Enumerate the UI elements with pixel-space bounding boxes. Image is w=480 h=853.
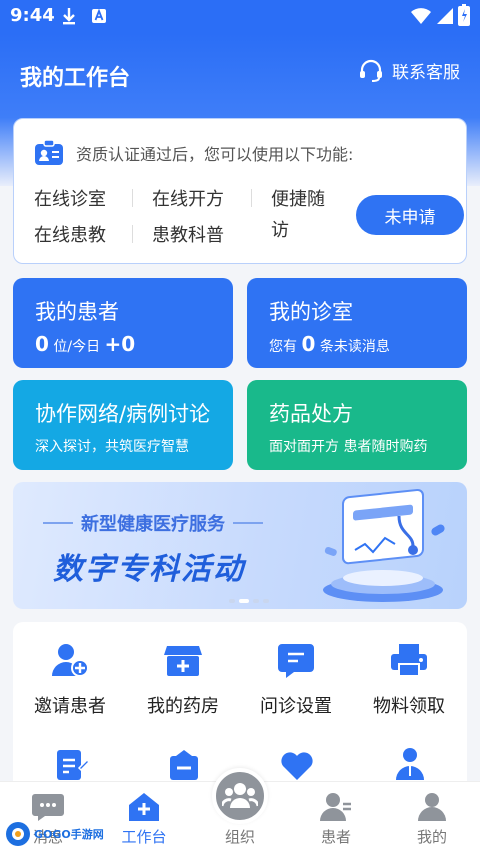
my-patients-title: 我的患者 — [35, 300, 119, 324]
prescription-subtitle: 面对面开方 患者随时购药 — [269, 439, 428, 455]
tab-organization-label: 组织 — [224, 828, 255, 846]
my-pharmacy-label: 我的药房 — [147, 696, 219, 717]
signal-icon — [437, 8, 453, 24]
qualification-notice: 资质认证通过后，您可以使用以下功能: — [34, 139, 353, 167]
my-patients-card[interactable]: 我的患者 0 位/今日 +0 — [13, 278, 233, 368]
tab-workbench-label: 工作台 — [121, 828, 167, 846]
collaboration-subtitle: 深入探讨，共筑医疗智慧 — [35, 439, 189, 455]
banner-title: 数字专科活动 — [53, 552, 245, 587]
medical-device-illustration — [323, 488, 445, 602]
unread-suffix: 条未读消息 — [319, 339, 390, 355]
patient-count: 0 — [35, 332, 49, 356]
qualification-card: 资质认证通过后，您可以使用以下功能: 在线诊室 在线开方 便捷随 访 在线患教 … — [13, 118, 467, 264]
today-new-count: +0 — [104, 332, 136, 356]
my-patients-stats: 0 位/今日 +0 — [35, 332, 135, 356]
home-plus-icon — [129, 793, 159, 821]
promo-banner[interactable]: 新型健康医疗服务 数字专科活动 — [13, 482, 467, 609]
feature-science-popularization: 患教科普 — [152, 225, 224, 246]
message-icon — [32, 794, 64, 821]
clipboard-edit-icon[interactable] — [53, 748, 89, 782]
status-time: 9:44 — [10, 5, 55, 26]
consultation-settings-item[interactable]: 问诊设置 — [239, 642, 353, 718]
patient-count-unit: 位/今日 — [53, 339, 101, 355]
doctor-icon[interactable] — [392, 746, 428, 782]
carousel-dot-active — [239, 599, 249, 603]
my-pharmacy-item[interactable]: 我的药房 — [126, 642, 240, 718]
add-user-icon — [52, 644, 89, 677]
watermark: GOGO手游网 — [4, 820, 104, 848]
contact-service-button[interactable]: 联系客服 — [358, 58, 460, 83]
tab-patients[interactable]: 患者 — [288, 782, 384, 853]
patients-icon — [320, 793, 351, 821]
feature-online-prescription: 在线开方 — [152, 189, 224, 210]
feature-online-clinic: 在线诊室 — [34, 189, 106, 210]
pharmacy-store-icon — [164, 646, 202, 676]
my-clinic-card[interactable]: 我的诊室 您有 0 条未读消息 — [247, 278, 467, 368]
banner-subtitle: 新型健康医疗服务 — [35, 510, 271, 536]
divider — [251, 189, 252, 207]
carousel-indicator — [229, 599, 273, 603]
tab-workbench[interactable]: 工作台 — [96, 782, 192, 853]
divider — [132, 225, 133, 243]
battery-icon — [458, 4, 470, 26]
wifi-icon — [411, 8, 431, 24]
tab-organization-button[interactable] — [212, 768, 268, 824]
unread-messages: 您有 0 条未读消息 — [269, 332, 390, 356]
carousel-dot — [253, 599, 259, 603]
download-icon — [63, 8, 75, 25]
banner-subtitle-text: 新型健康医疗服务 — [81, 514, 225, 535]
chat-settings-icon — [278, 644, 314, 678]
app-notification-icon — [92, 8, 106, 23]
gogo-logo-icon — [6, 822, 30, 846]
qualification-notice-text: 资质认证通过后，您可以使用以下功能: — [76, 145, 354, 164]
invite-patient-item[interactable]: 邀请患者 — [13, 642, 127, 718]
tab-patients-label: 患者 — [320, 828, 351, 846]
document-box-icon[interactable] — [166, 748, 202, 782]
prescription-title: 药品处方 — [269, 402, 353, 426]
carousel-dot — [263, 599, 269, 603]
status-bar: 9:44 — [0, 0, 480, 34]
material-collection-label: 物料领取 — [373, 696, 445, 717]
collaboration-title: 协作网络/病例讨论 — [35, 402, 211, 426]
consultation-settings-label: 问诊设置 — [260, 696, 332, 717]
invite-patient-label: 邀请患者 — [34, 696, 106, 717]
page-title: 我的工作台 — [20, 66, 131, 91]
watermark-text: GOGO手游网 — [34, 828, 104, 841]
contact-label: 联系客服 — [392, 63, 460, 83]
printer-icon — [391, 644, 427, 677]
heart-icon[interactable] — [279, 748, 315, 782]
feature-follow-up-line2: 访 — [271, 220, 289, 241]
material-collection-item[interactable]: 物料领取 — [352, 642, 466, 718]
my-clinic-title: 我的诊室 — [269, 300, 353, 324]
group-icon — [222, 783, 258, 808]
carousel-dot — [229, 599, 235, 603]
banner-line — [233, 522, 263, 524]
prescription-card[interactable]: 药品处方 面对面开方 患者随时购药 — [247, 380, 467, 470]
apply-button[interactable]: 未申请 — [356, 195, 464, 235]
unread-prefix: 您有 — [269, 339, 297, 355]
feature-patient-education: 在线患教 — [34, 225, 106, 246]
headset-icon — [360, 59, 382, 82]
banner-line — [43, 522, 73, 524]
unread-count: 0 — [301, 332, 316, 356]
id-card-icon — [35, 139, 63, 165]
tab-mine-label: 我的 — [416, 828, 447, 846]
feature-follow-up-line1: 便捷随 — [271, 189, 325, 210]
tab-mine[interactable]: 我的 — [384, 782, 480, 853]
collaboration-card[interactable]: 协作网络/病例讨论 深入探讨，共筑医疗智慧 — [13, 380, 233, 470]
divider — [132, 189, 133, 207]
user-icon — [418, 793, 446, 821]
